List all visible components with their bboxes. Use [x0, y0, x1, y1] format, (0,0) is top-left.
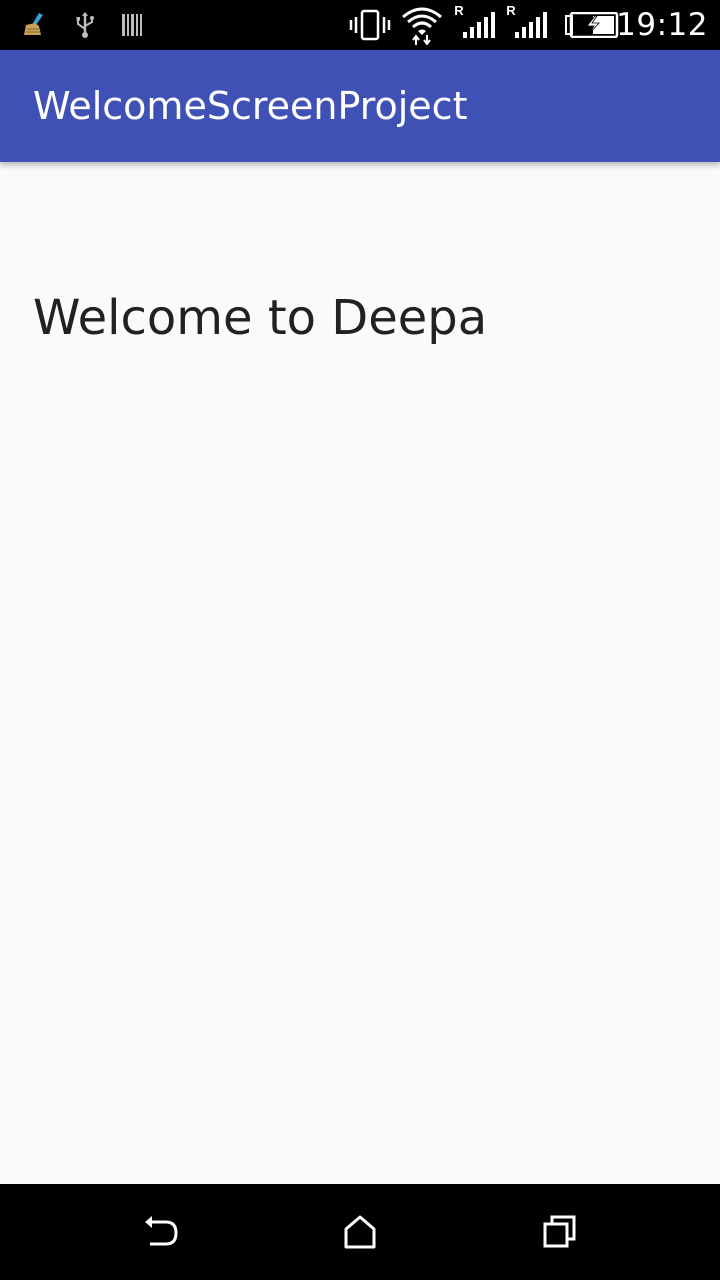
status-bar: R R 19:12	[0, 0, 720, 50]
home-icon	[344, 1215, 376, 1249]
wifi-icon	[400, 0, 444, 50]
recents-button[interactable]	[512, 1184, 608, 1280]
back-icon	[145, 1216, 178, 1246]
navigation-bar	[0, 1184, 720, 1280]
cleaner-icon	[20, 0, 50, 50]
app-title: WelcomeScreenProject	[33, 84, 468, 128]
barcode-icon	[118, 0, 146, 50]
recents-icon	[543, 1215, 576, 1248]
app-bar: WelcomeScreenProject	[0, 50, 720, 162]
back-button[interactable]	[112, 1184, 208, 1280]
status-time: 19:12	[616, 7, 708, 43]
welcome-text: Welcome to Deepa	[33, 290, 488, 346]
main-content: Welcome to Deepa	[0, 162, 720, 1184]
usb-icon	[70, 0, 100, 50]
signal-icon	[460, 0, 496, 50]
home-button[interactable]	[312, 1184, 408, 1280]
vibrate-icon	[346, 0, 394, 50]
signal-icon	[512, 0, 548, 50]
battery-charging-icon	[564, 0, 620, 50]
